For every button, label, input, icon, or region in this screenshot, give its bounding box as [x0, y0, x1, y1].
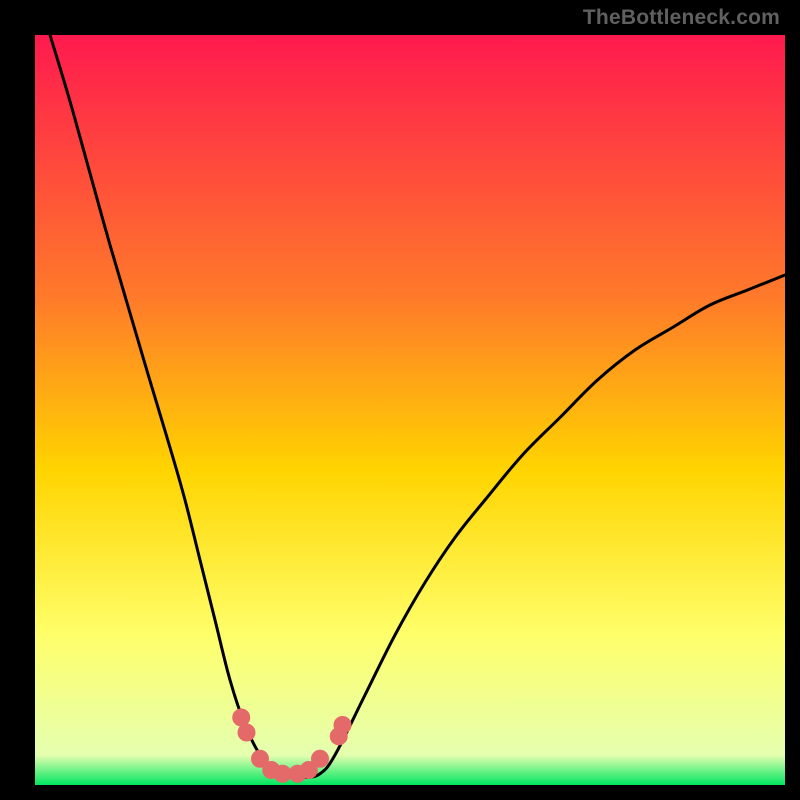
plot-area	[35, 35, 785, 785]
data-marker	[311, 750, 329, 768]
bottleneck-chart	[35, 35, 785, 785]
watermark-text: TheBottleneck.com	[583, 6, 780, 30]
chart-frame: TheBottleneck.com	[0, 0, 800, 800]
data-marker	[334, 716, 352, 734]
data-marker	[238, 724, 256, 742]
gradient-background	[35, 35, 785, 785]
